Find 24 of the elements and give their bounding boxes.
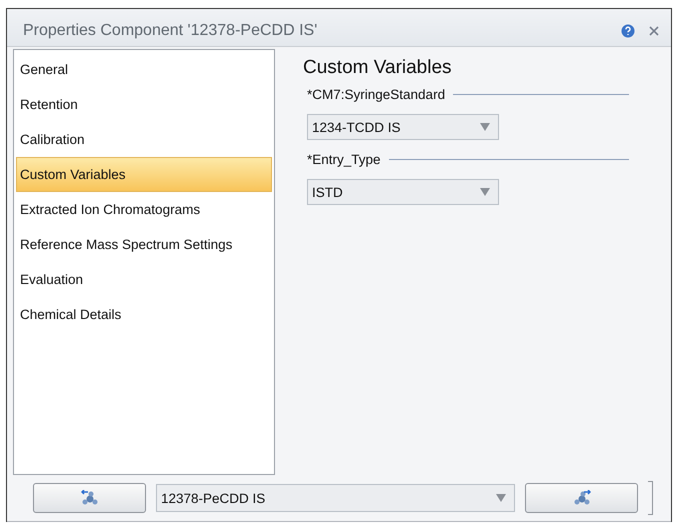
molecule-arrow-icon (80, 490, 98, 506)
help-icon[interactable] (621, 24, 635, 38)
close-icon[interactable] (649, 26, 659, 36)
sidebar-item[interactable]: Extracted Ion Chromatograms (16, 192, 272, 227)
caret-icon (480, 123, 490, 131)
dropdown-field[interactable]: 1234-TCDD IS (307, 114, 499, 140)
sidebar-item[interactable]: Retention (16, 87, 272, 122)
field-label: *Entry_Type (307, 152, 381, 167)
molecule-arrow-icon (572, 490, 590, 506)
previous-component-button[interactable] (33, 483, 146, 513)
caret-icon (496, 494, 506, 502)
sidebar-item[interactable]: Calibration (16, 122, 272, 157)
sidebar-item[interactable]: Evaluation (16, 262, 272, 297)
sidebar-item[interactable]: Reference Mass Spectrum Settings (16, 227, 272, 262)
sidebar-item[interactable]: General (16, 52, 272, 87)
window-title: Properties Component '12378-PeCDD IS' (23, 22, 318, 40)
component-dropdown[interactable]: 12378-PeCDD IS (156, 484, 515, 512)
sidebar-item[interactable]: Custom Variables (16, 157, 272, 192)
sidebar-item[interactable]: Chemical Details (16, 297, 272, 332)
next-component-button[interactable] (525, 483, 638, 513)
field-label: *CM7:SyringeStandard (307, 87, 446, 102)
dropdown-field[interactable]: ISTD (307, 179, 499, 205)
caret-icon (480, 188, 490, 196)
panel-title: Custom Variables (303, 57, 453, 79)
